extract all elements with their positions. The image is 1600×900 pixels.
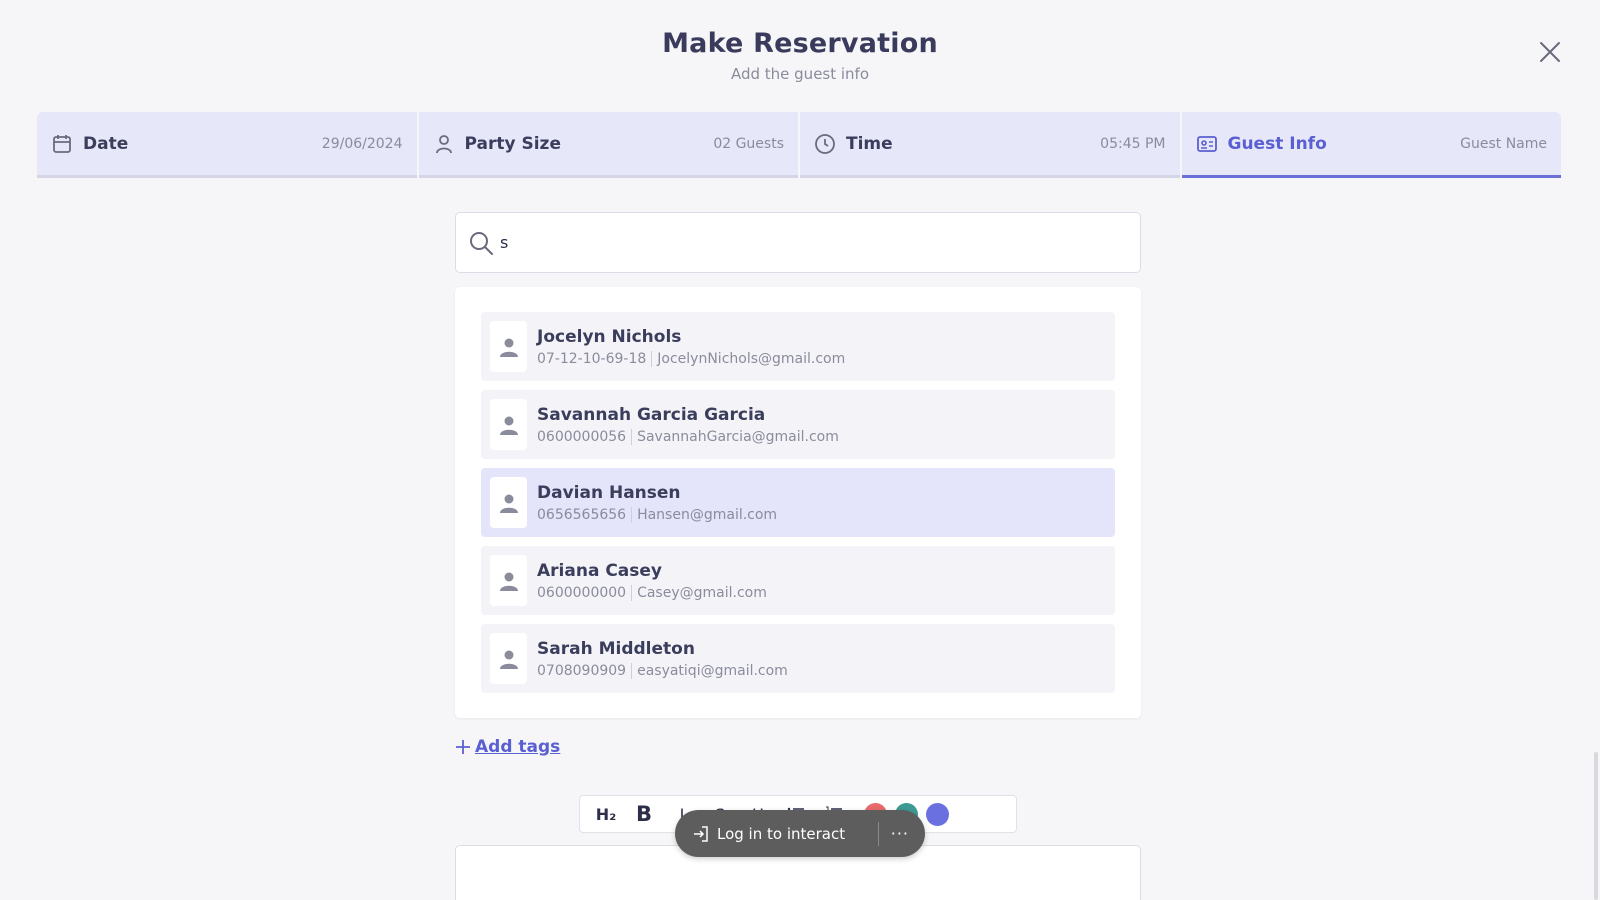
meta-divider xyxy=(631,662,633,679)
guest-email: Hansen@gmail.com xyxy=(637,506,778,523)
page-title: Make Reservation xyxy=(662,28,938,59)
user-icon xyxy=(499,416,518,435)
guest-name: Ariana Casey xyxy=(537,560,663,581)
add-tags-label: Add tags xyxy=(475,737,561,757)
guest-name: Sarah Middleton xyxy=(537,638,695,659)
login-label: Log in to interact xyxy=(717,824,846,843)
pill-divider xyxy=(877,821,879,846)
guest-email: JocelynNichols@gmail.com xyxy=(657,350,846,367)
guest-row[interactable]: Savannah Garcia Garcia 0600000056 Savann… xyxy=(481,390,1115,459)
meta-divider xyxy=(631,506,633,523)
step-party-size[interactable]: Party Size 02 Guests xyxy=(418,112,798,178)
guest-email: Casey@gmail.com xyxy=(637,584,767,601)
user-icon xyxy=(499,572,518,591)
user-icon xyxy=(499,494,518,513)
step-time-label: Time xyxy=(846,133,893,154)
guest-name: Savannah Garcia Garcia xyxy=(537,404,766,425)
reservation-header: Make Reservation Add the guest info xyxy=(0,28,1600,83)
heading-button[interactable]: H₂ xyxy=(590,800,622,828)
step-guest-info-value: Guest Name xyxy=(1460,135,1547,152)
reservation-steps: Date 29/06/2024 Party Size 02 Guests Tim… xyxy=(37,112,1561,178)
plus-icon xyxy=(456,740,470,754)
login-to-interact-button[interactable]: Log in to interact ··· xyxy=(675,810,925,857)
avatar xyxy=(490,477,527,528)
guest-phone: 07-12-10-69-18 xyxy=(537,350,647,367)
guest-row-selected[interactable]: Davian Hansen 0656565656 Hansen@gmail.co… xyxy=(481,468,1115,537)
close-button[interactable] xyxy=(1534,36,1566,68)
step-time-value: 05:45 PM xyxy=(1100,135,1166,152)
add-tags-link[interactable]: Add tags xyxy=(455,737,560,757)
person-icon xyxy=(433,133,455,155)
close-icon xyxy=(1540,42,1560,62)
meta-divider xyxy=(631,584,633,601)
guest-results-list: Jocelyn Nichols 07-12-10-69-18 JocelynNi… xyxy=(455,287,1141,718)
step-date-value: 29/06/2024 xyxy=(321,135,403,152)
user-icon xyxy=(499,650,518,669)
color-blue-swatch[interactable] xyxy=(926,802,949,826)
step-party-size-value: 02 Guests xyxy=(713,135,784,152)
meta-divider xyxy=(651,350,653,367)
avatar xyxy=(490,555,527,606)
step-date[interactable]: Date 29/06/2024 xyxy=(37,112,417,178)
step-guest-info[interactable]: Guest Info Guest Name xyxy=(1181,112,1561,178)
user-icon xyxy=(499,338,518,357)
page-scrollbar[interactable] xyxy=(1594,752,1598,900)
meta-divider xyxy=(631,428,633,445)
guest-phone: 0600000000 xyxy=(537,584,627,601)
guest-row[interactable]: Ariana Casey 0600000000 Casey@gmail.com xyxy=(481,546,1115,615)
search-icon xyxy=(468,230,494,256)
guest-name: Jocelyn Nichols xyxy=(537,326,682,347)
more-options-button[interactable]: ··· xyxy=(891,824,909,843)
clock-icon xyxy=(814,133,836,155)
step-time[interactable]: Time 05:45 PM xyxy=(800,112,1180,178)
avatar xyxy=(490,399,527,450)
avatar xyxy=(490,321,527,372)
search-input[interactable] xyxy=(500,233,1128,252)
login-icon xyxy=(694,825,708,842)
page-subtitle: Add the guest info xyxy=(730,65,870,83)
avatar xyxy=(490,633,527,684)
guest-phone: 0600000056 xyxy=(537,428,627,445)
step-party-size-label: Party Size xyxy=(464,133,561,154)
guest-row[interactable]: Sarah Middleton 0708090909 easyatiqi@gma… xyxy=(481,624,1115,693)
guest-email: easyatiqi@gmail.com xyxy=(637,662,788,679)
guest-phone: 0656565656 xyxy=(537,506,627,523)
guest-row[interactable]: Jocelyn Nichols 07-12-10-69-18 JocelynNi… xyxy=(481,312,1115,381)
guest-phone: 0708090909 xyxy=(537,662,627,679)
guest-name: Davian Hansen xyxy=(537,482,681,503)
step-guest-info-label: Guest Info xyxy=(1227,133,1327,154)
id-card-icon xyxy=(1196,133,1218,155)
bold-button[interactable]: B xyxy=(628,800,660,828)
guest-search-box xyxy=(455,212,1141,273)
guest-email: SavannahGarcia@gmail.com xyxy=(637,428,839,445)
calendar-icon xyxy=(51,133,73,155)
step-date-label: Date xyxy=(83,133,129,154)
